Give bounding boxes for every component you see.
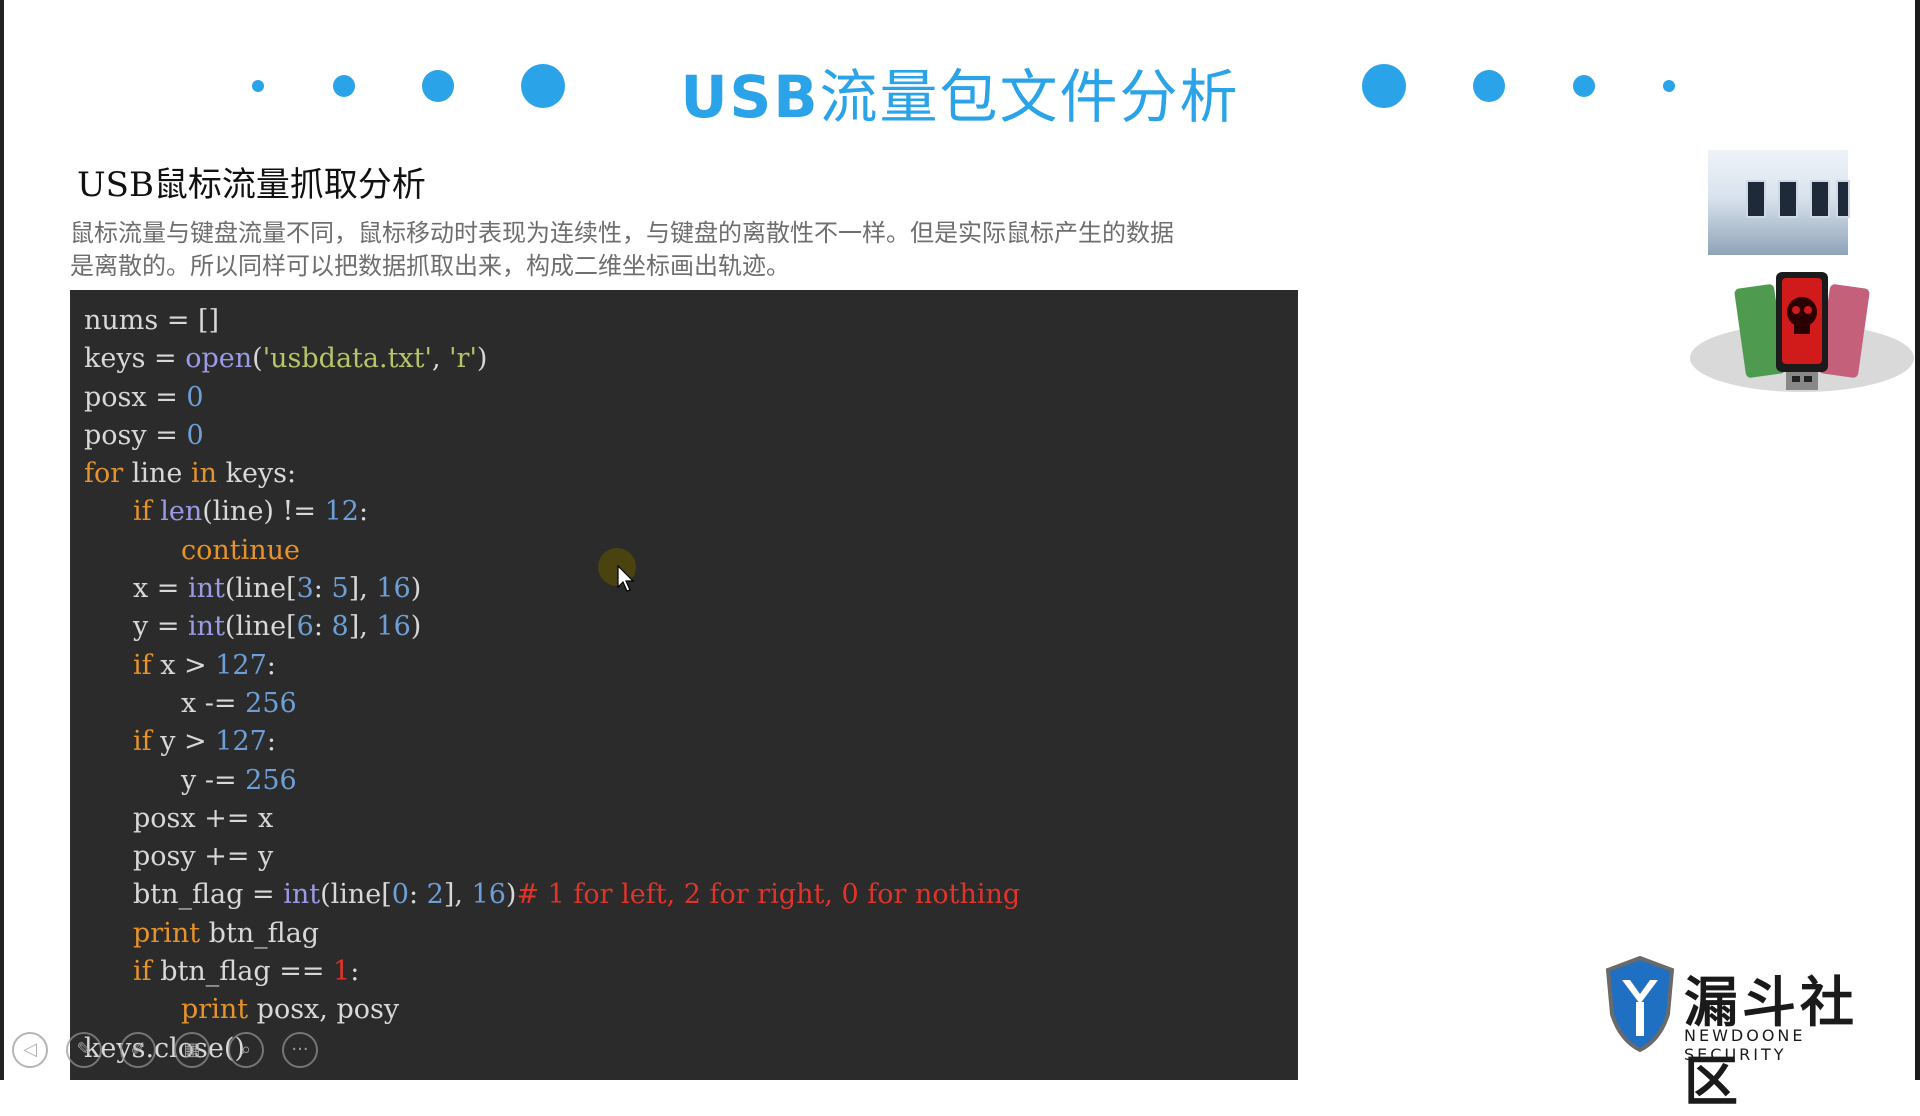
- slide-title: USB流量包文件分析: [0, 50, 1920, 134]
- code-block: nums = [] keys = open('usbdata.txt', 'r'…: [70, 290, 1298, 1080]
- logo-tagline: NEWDOONE SECURITY: [1684, 1026, 1806, 1064]
- code-line: btn_flag = int(line[0: 2], 16)# 1 for le…: [133, 879, 1021, 911]
- code-line: x -= 256: [181, 687, 297, 719]
- shield-icon: [1605, 955, 1675, 1053]
- description-line-2: 是离散的。所以同样可以把数据抓取出来，构成二维坐标画出轨迹。: [70, 252, 790, 280]
- code-line: posy = 0: [84, 419, 204, 451]
- code-line: if x > 127:: [133, 649, 276, 681]
- code-text: nums = [] keys = open('usbdata.txt', 'r'…: [84, 302, 1020, 1068]
- prev-arrow-icon[interactable]: ◁: [12, 1032, 48, 1068]
- code-line: y = int(line[6: 8], 16): [133, 611, 422, 643]
- code-line: posy += y: [133, 841, 274, 873]
- code-line: if btn_flag == 1:: [133, 956, 360, 988]
- slides-icon[interactable]: ▦: [174, 1032, 210, 1068]
- title-rest: 流量包文件分析: [819, 63, 1240, 131]
- code-line: print btn_flag: [133, 917, 320, 949]
- code-line: y -= 256: [181, 764, 297, 796]
- code-line: keys = open('usbdata.txt', 'r'): [84, 343, 488, 375]
- code-line: for line in keys:: [84, 458, 297, 490]
- zoom-icon[interactable]: ⌕: [228, 1032, 264, 1068]
- code-line: if len(line) != 12:: [133, 496, 369, 528]
- newdoone-logo: 漏斗社区 NEWDOONE SECURITY: [1600, 950, 1900, 1113]
- code-line: posx = 0: [84, 381, 204, 413]
- title-usb: USB: [680, 63, 820, 131]
- usb-skull-image: [1690, 272, 1914, 392]
- window-right-edge: [1915, 0, 1920, 1080]
- code-line: nums = []: [84, 305, 220, 336]
- description-line-1: 鼠标流量与键盘流量不同，鼠标移动时表现为连续性，与键盘的离散性不一样。但是实际鼠…: [70, 219, 1174, 247]
- mouse-cursor-icon: [617, 565, 635, 592]
- code-line: x = int(line[3: 5], 16): [133, 573, 422, 605]
- usb-hub-image: [1708, 150, 1850, 255]
- annotate-icon[interactable]: ✐: [120, 1032, 156, 1068]
- pen-icon[interactable]: ✎: [66, 1032, 102, 1068]
- window-left-edge: [0, 0, 4, 1080]
- slide-subtitle: USB鼠标流量抓取分析: [77, 165, 426, 205]
- code-line: continue: [181, 534, 301, 566]
- code-line: keys.close(): [84, 1032, 245, 1064]
- more-icon[interactable]: ···: [282, 1032, 318, 1068]
- code-line: if y > 127:: [133, 726, 276, 758]
- code-line: posx += x: [133, 802, 274, 834]
- code-line: print posx, posy: [181, 994, 400, 1026]
- slide-description: 鼠标流量与键盘流量不同，鼠标移动时表现为连续性，与键盘的离散性不一样。但是实际鼠…: [70, 217, 1370, 283]
